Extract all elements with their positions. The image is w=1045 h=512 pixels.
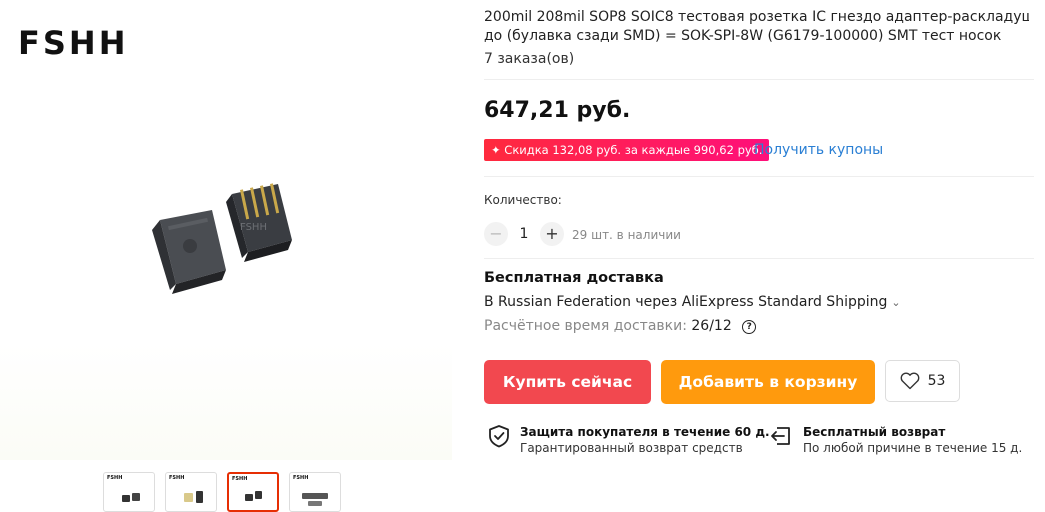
thumbnail-3[interactable]: FSHH [227, 472, 279, 512]
shipping-title: Бесплатная доставка [484, 270, 664, 286]
get-coupons-link[interactable]: Получить купоны [754, 142, 883, 158]
watermark-text: FSHH [240, 222, 267, 233]
thumbnail-brand: FSHH [169, 475, 185, 481]
thumbnail-1[interactable]: FSHH [103, 472, 155, 512]
thumbnail-brand: FSHH [107, 475, 123, 481]
chevron-down-icon[interactable]: ⌄ [891, 296, 900, 309]
guarantee-subtitle: Гарантированный возврат средств [520, 441, 743, 455]
quantity-decrease-button[interactable]: − [484, 222, 508, 246]
thumbnail-4[interactable]: FSHH [289, 472, 341, 512]
store-logo[interactable]: FSHH [18, 24, 128, 62]
delivery-time-value: 26/12 [691, 318, 732, 334]
product-title: 200mil 208mil SOP8 SOIC8 тестовая розетк… [484, 8, 1029, 46]
guarantee-title: Бесплатный возврат [803, 425, 946, 439]
quantity-increase-button[interactable]: + [540, 222, 564, 246]
shield-check-icon [489, 425, 509, 448]
product-main-image[interactable]: FSHH [0, 70, 452, 460]
product-title-line-1: 200mil 208mil SOP8 SOIC8 тестовая розетк… [484, 9, 1029, 25]
guarantee-title: Защита покупателя в течение 60 д. [520, 425, 770, 439]
buyer-protection: Защита покупателя в течение 60 д. Гарант… [488, 424, 770, 456]
divider [484, 176, 1034, 177]
coupon-badge: ✦ Скидка 132,08 руб. за каждые 990,62 ру… [484, 139, 770, 161]
return-icon [771, 427, 790, 445]
thumbnail-2[interactable]: FSHH [165, 472, 217, 512]
product-title-line-2: до (булавка сзади SMD) = SOK-SPI-8W (G61… [484, 28, 1002, 44]
wishlist-count: 53 [927, 373, 946, 389]
socket-left-shape [152, 210, 226, 294]
wishlist-button[interactable]: 53 [885, 360, 960, 402]
divider [484, 79, 1034, 80]
thumbnail-strip: FSHH FSHH FSHH FSHH [103, 472, 341, 512]
thumbnail-brand: FSHH [232, 476, 248, 482]
product-price: 647,21 руб. [484, 98, 631, 123]
guarantee-subtitle: По любой причине в течение 15 д. [803, 441, 1023, 455]
delivery-time: Расчётное время доставки: 26/12 ? [484, 318, 757, 334]
heart-icon [900, 372, 919, 390]
orders-count: 7 заказа(ов) [484, 51, 575, 67]
quantity-label: Количество: [484, 193, 562, 207]
delivery-time-label: Расчётное время доставки: [484, 318, 687, 334]
free-return: Бесплатный возврат По любой причине в те… [769, 424, 1022, 456]
shipping-method-text: В Russian Federation через AliExpress St… [484, 294, 888, 310]
buy-now-button[interactable]: Купить сейчас [484, 360, 651, 404]
quantity-value[interactable]: 1 [514, 226, 534, 242]
thumbnail-brand: FSHH [293, 475, 309, 481]
shipping-method-selector[interactable]: В Russian Federation через AliExpress St… [484, 294, 901, 310]
stock-availability: 29 шт. в наличии [572, 228, 681, 242]
help-icon[interactable]: ? [742, 320, 757, 334]
product-photo: FSHH [152, 183, 292, 294]
divider [484, 258, 1034, 259]
add-to-cart-button[interactable]: Добавить в корзину [661, 360, 875, 404]
